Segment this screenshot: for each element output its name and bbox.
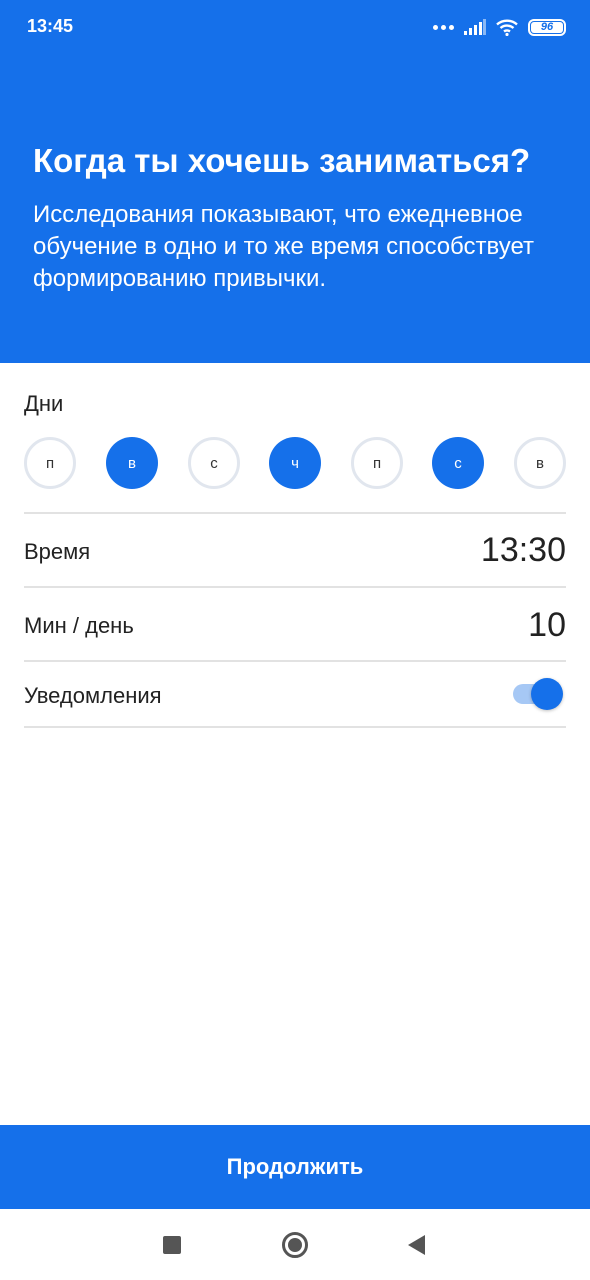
recents-icon[interactable] (154, 1227, 190, 1263)
time-value[interactable]: 13:30 (481, 531, 566, 570)
day-button-tue[interactable]: в (106, 437, 158, 489)
status-time: 13:45 (27, 16, 74, 36)
day-letter: с (210, 454, 218, 472)
system-nav-bar (0, 1209, 590, 1280)
page-subtitle: Исследования показывают, что ежедневное … (33, 201, 535, 292)
notifications-toggle[interactable] (511, 678, 563, 710)
day-button-mon[interactable]: п (24, 437, 76, 489)
toggle-knob (531, 678, 563, 710)
day-button-fri[interactable]: п (351, 437, 403, 489)
back-icon[interactable] (398, 1227, 434, 1263)
day-letter: ч (291, 454, 299, 472)
dots-icon (433, 24, 454, 30)
page-title: Когда ты хочешь заниматься? (33, 142, 531, 179)
time-label: Время (24, 539, 91, 564)
day-button-sat[interactable]: с (432, 437, 484, 489)
day-button-thu[interactable]: ч (269, 437, 321, 489)
notifications-label: Уведомления (24, 683, 162, 708)
home-icon[interactable] (277, 1227, 313, 1263)
minutes-label: Мин / день (24, 613, 134, 638)
continue-button[interactable]: Продолжить (0, 1125, 590, 1209)
day-letter: п (45, 454, 55, 472)
battery-icon: 96 (528, 18, 566, 36)
divider (24, 726, 566, 728)
day-letter: в (128, 454, 136, 472)
day-letter: с (454, 454, 462, 472)
signal-icon (464, 19, 486, 35)
day-button-wed[interactable]: с (188, 437, 240, 489)
day-letter: в (536, 454, 544, 472)
days-selector: п в с ч п с в (24, 437, 566, 489)
day-button-sun[interactable]: в (514, 437, 566, 489)
header: 13:45 96 Когда ты хочешь заниматься? Исс… (0, 0, 590, 363)
divider (24, 586, 566, 588)
screen: 13:45 96 Когда ты хочешь заниматься? Исс… (0, 0, 590, 1280)
day-letter: п (372, 454, 382, 472)
minutes-value[interactable]: 10 (528, 606, 566, 645)
wifi-icon (496, 19, 518, 36)
status-icons: 96 (433, 16, 566, 38)
status-bar: 13:45 96 (0, 0, 590, 54)
divider (24, 660, 566, 662)
divider (24, 512, 566, 514)
days-label: Дни (24, 391, 64, 416)
battery-level: 96 (540, 21, 554, 33)
